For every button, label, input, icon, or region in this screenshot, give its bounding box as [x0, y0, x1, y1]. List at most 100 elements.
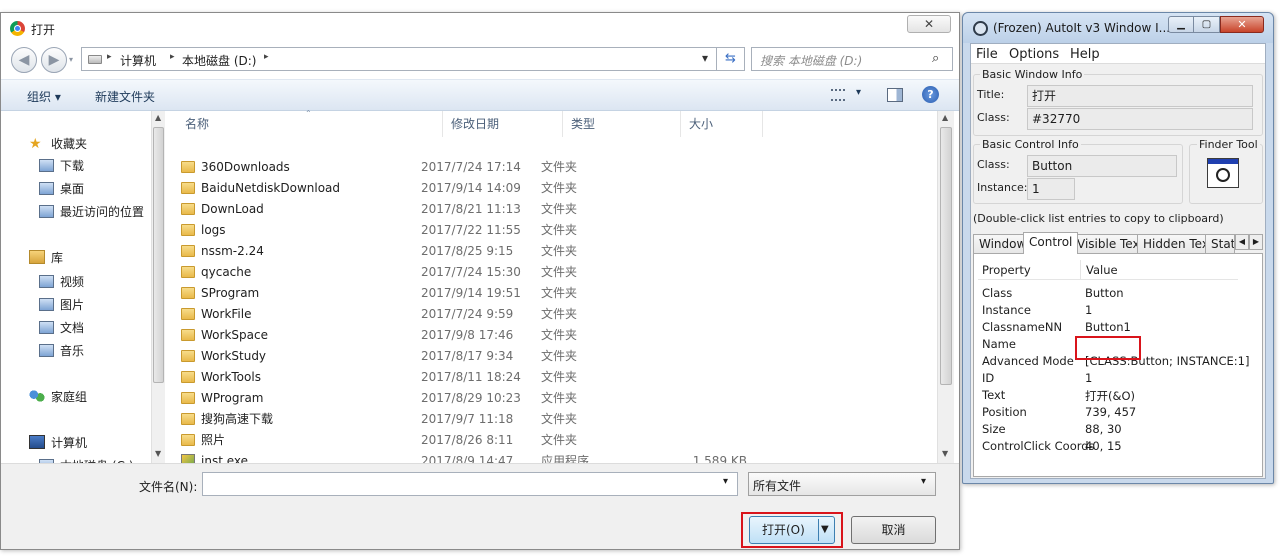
file-row[interactable]: BaiduNetdiskDownload 2017/9/14 14:09 文件夹	[181, 177, 921, 198]
sidebar-item-1-1[interactable]: 图片	[39, 294, 84, 314]
sidebar-group-3[interactable]: 计算机	[29, 432, 87, 452]
scroll-up-icon[interactable]: ▲	[942, 113, 948, 122]
open-button[interactable]: 打开(O) ▼	[749, 516, 835, 544]
file-date: 2017/7/24 9:59	[421, 306, 514, 321]
search-icon[interactable]: ⌕	[932, 51, 939, 66]
autoit-logo-icon	[973, 21, 988, 36]
scroll-up-icon[interactable]: ▲	[155, 113, 161, 122]
file-name: BaiduNetdiskDownload	[201, 180, 341, 195]
file-row[interactable]: logs 2017/7/22 11:55 文件夹	[181, 219, 921, 240]
help-icon[interactable]: ?	[922, 86, 939, 103]
view-options-icon[interactable]	[831, 89, 845, 101]
property-row[interactable]: Text 打开(&O)	[982, 388, 1252, 405]
sidebar-item-0-2[interactable]: 最近访问的位置	[39, 201, 144, 221]
breadcrumb-separator-icon: ▸	[170, 52, 175, 62]
file-row[interactable]: WorkStudy 2017/8/17 9:34 文件夹	[181, 345, 921, 366]
property-row[interactable]: ID 1	[982, 371, 1252, 388]
autoit-title: (Frozen) AutoIt v3 Window I...	[993, 21, 1171, 35]
sidebar-group-1[interactable]: 库	[29, 247, 63, 267]
organize-button[interactable]: 组织 ▾	[27, 88, 61, 105]
property-row[interactable]: ClassnameNN Button1	[982, 320, 1252, 337]
control-properties-list[interactable]: Property Value Class Button Instance 1 Class…	[973, 253, 1263, 477]
sidebar-item-1-2[interactable]: 文档	[39, 317, 84, 337]
menu-file[interactable]: File	[976, 47, 998, 62]
sidebar-item-1-0[interactable]: 视频	[39, 271, 84, 291]
file-type-select[interactable]: 所有文件 ▾	[748, 472, 936, 496]
window-title-field[interactable]: 打开	[1027, 85, 1253, 107]
file-row[interactable]: nssm-2.24 2017/8/25 9:15 文件夹	[181, 240, 921, 261]
menu-options[interactable]: Options	[1009, 47, 1059, 62]
property-row[interactable]: ControlClick Coords 40, 15	[982, 439, 1252, 456]
breadcrumb-drive-d[interactable]: 本地磁盘 (D:)	[182, 52, 256, 69]
file-row[interactable]: qycache 2017/7/24 15:30 文件夹	[181, 261, 921, 282]
sidebar-group-2[interactable]: 家庭组	[29, 386, 87, 406]
file-row[interactable]: WorkTools 2017/8/11 18:24 文件夹	[181, 366, 921, 387]
scroll-down-icon[interactable]: ▼	[942, 449, 948, 458]
filename-dropdown-icon[interactable]: ▾	[723, 476, 728, 487]
forward-button[interactable]: ▶	[41, 47, 67, 73]
tab-strip: Window Control Visible Text Hidden Text …	[973, 232, 1263, 254]
file-list-scrollbar[interactable]: ▲ ▼	[937, 111, 954, 463]
address-bar[interactable]: ▸ 计算机 ▸ 本地磁盘 (D:) ▸ ▾	[81, 47, 717, 71]
file-name-cell: SProgram	[181, 286, 421, 300]
maximize-button[interactable]: ▢	[1194, 16, 1220, 33]
cancel-button[interactable]: 取消	[851, 516, 936, 544]
sidebar-group-0[interactable]: ★ 收藏夹	[29, 133, 87, 153]
control-instance-field[interactable]: 1	[1027, 178, 1075, 200]
back-button[interactable]: ◀	[11, 47, 37, 73]
tab-scroll-right-icon[interactable]: ▶	[1249, 234, 1263, 250]
search-box[interactable]: 搜索 本地磁盘 (D:) ⌕	[751, 47, 953, 71]
control-class-field[interactable]: Button	[1027, 155, 1177, 177]
refresh-button[interactable]: ⇆	[717, 47, 745, 71]
file-row[interactable]: WProgram 2017/8/29 10:23 文件夹	[181, 387, 921, 408]
breadcrumb-computer[interactable]: 计算机	[120, 52, 156, 69]
sidebar-item-label: 最近访问的位置	[60, 204, 145, 219]
file-name: WProgram	[201, 390, 264, 405]
file-row[interactable]: 照片 2017/8/26 8:11 文件夹	[181, 429, 921, 450]
window-class-field[interactable]: #32770	[1027, 108, 1253, 130]
navigation-scrollbar[interactable]: ▲ ▼	[151, 111, 165, 463]
filename-input[interactable]: ▾	[202, 472, 738, 496]
open-options-dropdown-icon[interactable]: ▼	[821, 517, 829, 543]
property-row[interactable]: Size 88, 30	[982, 422, 1252, 439]
music-icon	[39, 343, 54, 357]
address-dropdown-icon[interactable]: ▾	[702, 51, 708, 65]
tab-control[interactable]: Control	[1023, 232, 1079, 254]
tab-statusbar[interactable]: Stat	[1205, 234, 1235, 254]
property-row[interactable]: Class Button	[982, 286, 1252, 303]
tab-scroll-left-icon[interactable]: ◀	[1235, 234, 1249, 250]
file-row[interactable]: 搜狗高速下载 2017/9/7 11:18 文件夹	[181, 408, 921, 429]
file-row[interactable]: DownLoad 2017/8/21 11:13 文件夹	[181, 198, 921, 219]
file-row[interactable]: 360Downloads 2017/7/24 17:14 文件夹	[181, 156, 921, 177]
minimize-button[interactable]: ▁	[1168, 16, 1194, 33]
close-button[interactable]: ✕	[907, 15, 951, 33]
file-date: 2017/8/25 9:15	[421, 243, 514, 258]
column-header-size[interactable]: 大小	[681, 111, 763, 137]
close-button[interactable]: ✕	[1220, 16, 1264, 33]
view-dropdown-icon[interactable]: ▾	[856, 87, 861, 98]
value-header[interactable]: Value	[1086, 263, 1118, 277]
file-type: 文件夹	[541, 223, 578, 237]
scroll-down-icon[interactable]: ▼	[155, 449, 161, 458]
new-folder-button[interactable]: 新建文件夹	[95, 88, 155, 105]
column-header-type[interactable]: 类型	[563, 111, 681, 137]
recent-pages-icon[interactable]: ▾	[69, 55, 73, 64]
sidebar-group-label: 计算机	[51, 435, 88, 450]
document-icon	[39, 320, 54, 334]
download-folder-icon	[39, 158, 54, 172]
file-row[interactable]: WorkSpace 2017/9/8 17:46 文件夹	[181, 324, 921, 345]
column-header-date[interactable]: 修改日期	[443, 111, 563, 137]
property-row[interactable]: Instance 1	[982, 303, 1252, 320]
sidebar-item-0-0[interactable]: 下载	[39, 155, 84, 175]
preview-pane-icon[interactable]	[887, 88, 903, 102]
finder-tool[interactable]	[1207, 158, 1239, 188]
menu-help[interactable]: Help	[1070, 47, 1100, 62]
file-row[interactable]: WorkFile 2017/7/24 9:59 文件夹	[181, 303, 921, 324]
file-row[interactable]: SProgram 2017/9/14 19:51 文件夹	[181, 282, 921, 303]
scroll-thumb[interactable]	[940, 127, 952, 385]
sidebar-item-1-3[interactable]: 音乐	[39, 340, 84, 360]
scroll-thumb[interactable]	[153, 127, 164, 383]
property-header[interactable]: Property	[982, 263, 1031, 277]
property-row[interactable]: Position 739, 457	[982, 405, 1252, 422]
sidebar-item-0-1[interactable]: 桌面	[39, 178, 84, 198]
